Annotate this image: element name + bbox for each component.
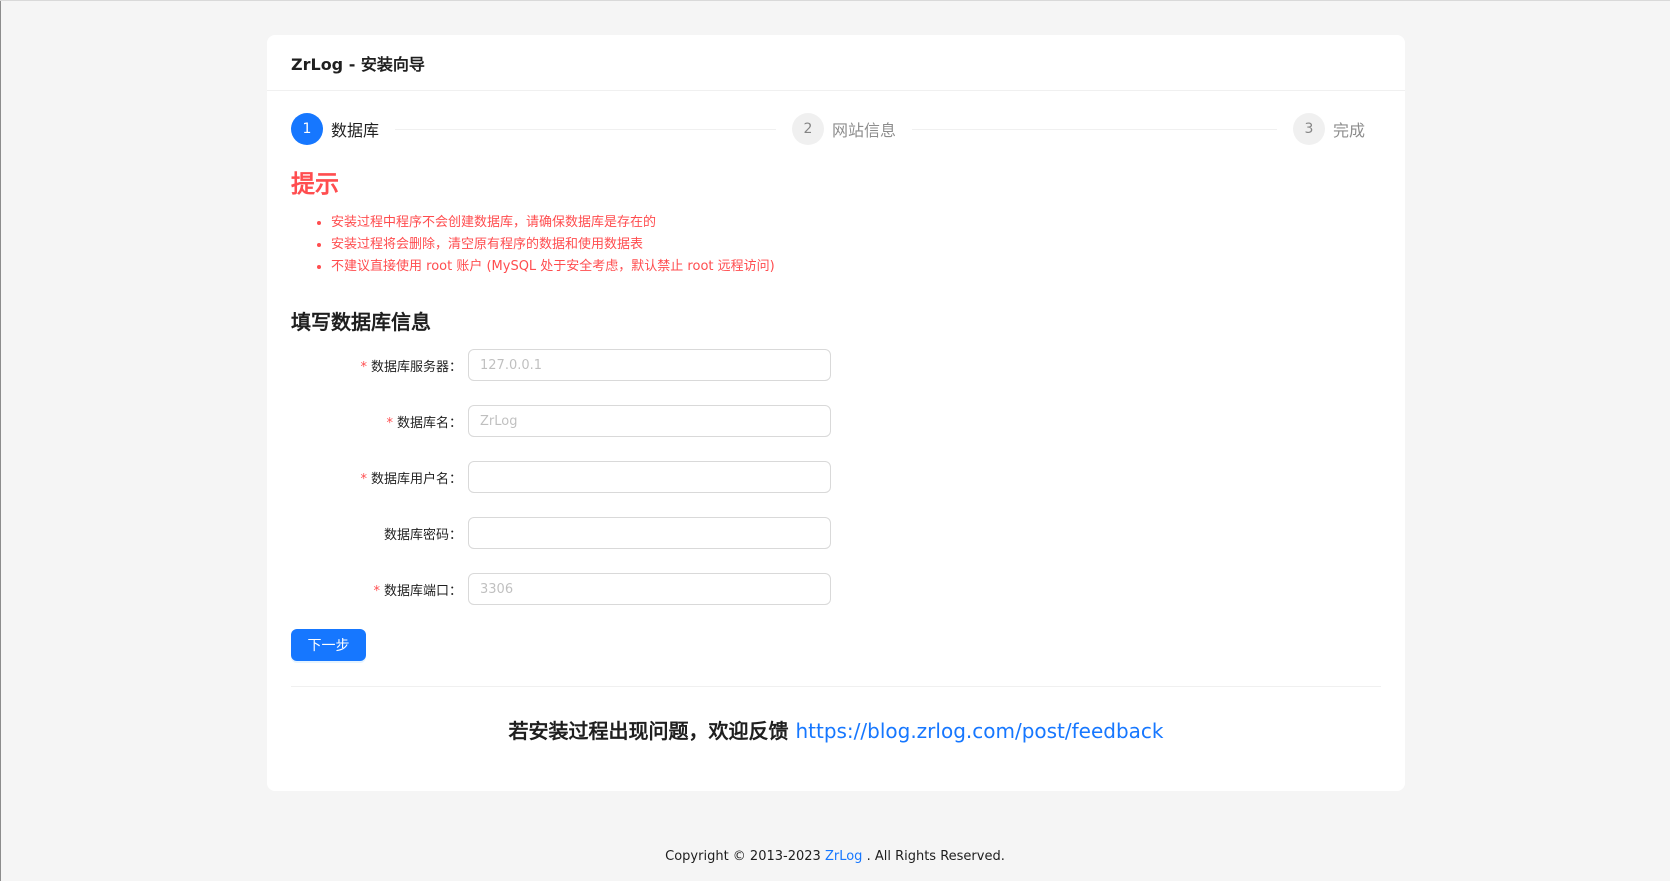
form-row-db-name: * 数据库名： bbox=[291, 405, 1381, 438]
rights-text: . All Rights Reserved. bbox=[866, 849, 1005, 864]
form-row-db-username: * 数据库用户名： bbox=[291, 461, 1381, 494]
required-mark: * bbox=[373, 583, 380, 599]
db-password-label: 数据库密码： bbox=[383, 527, 462, 543]
required-mark: * bbox=[360, 471, 367, 487]
card-header: ZrLog - 安装向导 bbox=[267, 35, 1405, 91]
feedback-link[interactable]: https://blog.zrlog.com/post/feedback bbox=[795, 719, 1163, 743]
step-connector bbox=[912, 128, 1277, 130]
step-number-icon: 2 bbox=[792, 113, 824, 145]
tip-list: 安装过程中程序不会创建数据库，请确保数据库是存在的 安装过程将会删除，清空原有程… bbox=[291, 212, 1381, 278]
required-mark: * bbox=[360, 359, 367, 375]
tip-item: 不建议直接使用 root 账户 (MySQL 处于安全考虑，默认禁止 root … bbox=[331, 256, 1381, 278]
tip-item: 安装过程将会删除，清空原有程序的数据和使用数据表 bbox=[331, 234, 1381, 256]
feedback-text: 若安装过程出现问题，欢迎反馈 bbox=[508, 719, 789, 744]
step-title: 网站信息 bbox=[832, 121, 897, 140]
page-footer: Copyright © 2013-2023 ZrLog . All Rights… bbox=[0, 849, 1670, 864]
step-title: 完成 bbox=[1333, 121, 1366, 140]
next-step-button[interactable]: 下一步 bbox=[291, 629, 366, 662]
card-body: 1 数据库 2 网站信息 3 完成 提示 安装过程中程序不会创建数据库，请确保数… bbox=[267, 91, 1405, 744]
step-title: 数据库 bbox=[331, 121, 380, 140]
page-title: ZrLog - 安装向导 bbox=[291, 54, 425, 74]
steps: 1 数据库 2 网站信息 3 完成 bbox=[291, 113, 1381, 145]
window-edge bbox=[0, 1, 1, 881]
db-server-input[interactable] bbox=[468, 349, 831, 382]
db-username-input[interactable] bbox=[468, 461, 831, 494]
db-name-input[interactable] bbox=[468, 405, 831, 438]
feedback-message: 若安装过程出现问题，欢迎反馈 https://blog.zrlog.com/po… bbox=[291, 715, 1381, 744]
form-row-db-password: 数据库密码： bbox=[291, 517, 1381, 550]
tip-item: 安装过程中程序不会创建数据库，请确保数据库是存在的 bbox=[331, 212, 1381, 234]
tip-heading: 提示 bbox=[291, 170, 339, 198]
db-password-input[interactable] bbox=[468, 517, 831, 550]
form-row-db-port: * 数据库端口： bbox=[291, 573, 1381, 606]
step-number-icon: 3 bbox=[1293, 113, 1325, 145]
step-site-info: 2 网站信息 bbox=[792, 113, 1293, 145]
form-section-title: 填写数据库信息 bbox=[291, 310, 431, 335]
divider bbox=[291, 686, 1381, 688]
required-mark: * bbox=[386, 415, 393, 431]
step-database: 1 数据库 bbox=[291, 113, 792, 145]
zrlog-footer-link[interactable]: ZrLog bbox=[825, 849, 862, 864]
db-port-input[interactable] bbox=[468, 573, 831, 606]
step-number-icon: 1 bbox=[291, 113, 323, 145]
step-connector bbox=[395, 128, 776, 130]
db-port-label: * 数据库端口： bbox=[373, 583, 462, 599]
db-server-label: * 数据库服务器： bbox=[360, 359, 462, 375]
step-finish: 3 完成 bbox=[1293, 113, 1381, 145]
database-form: *数据库服务器： *数据库名： *数据库用户名： 数据库密码： *数据库端口： bbox=[291, 349, 1381, 606]
form-row-db-server: * 数据库服务器： bbox=[291, 349, 1381, 382]
install-wizard-card: ZrLog - 安装向导 1 数据库 2 网站信息 3 完成 提示 安装过程中程… bbox=[267, 35, 1405, 791]
db-username-label: * 数据库用户名： bbox=[360, 471, 462, 487]
copyright-text: Copyright © 2013-2023 bbox=[665, 849, 821, 864]
db-name-label: * 数据库名： bbox=[386, 415, 462, 431]
